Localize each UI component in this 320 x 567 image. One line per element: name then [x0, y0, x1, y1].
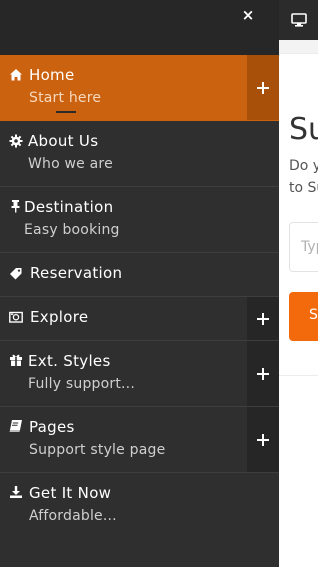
- subscribe-email-input[interactable]: Typ: [289, 222, 318, 272]
- plus-icon: [257, 368, 269, 380]
- menu-item-title: Get It Now: [29, 484, 112, 502]
- divider: [279, 375, 318, 376]
- menu-list: Home Start here About Us Who we are Dest…: [0, 55, 279, 539]
- menu-item-title: Ext. Styles: [28, 352, 111, 370]
- page-text-line: Do y: [289, 158, 318, 174]
- menu-item-ext-styles[interactable]: Ext. Styles Fully support...: [0, 341, 279, 407]
- expand-submenu-button[interactable]: [247, 55, 279, 120]
- subscribe-button-label: Su: [309, 307, 318, 323]
- menu-item-title: Reservation: [30, 264, 123, 282]
- expand-submenu-button[interactable]: [247, 407, 279, 472]
- menu-item-title: About Us: [28, 132, 99, 150]
- background-page: Su Do y to Su Typ Su: [279, 0, 318, 567]
- download-icon: [10, 486, 22, 498]
- menu-item-explore[interactable]: Explore: [0, 297, 279, 341]
- expand-submenu-button[interactable]: [247, 297, 279, 340]
- plus-icon: [257, 82, 269, 94]
- menu-item-subtitle: Fully support...: [28, 376, 135, 392]
- subscribe-input-placeholder: Typ: [301, 239, 318, 255]
- camera-icon: [9, 311, 23, 323]
- page-text-line: to Su: [289, 180, 318, 196]
- page-top-bar: [279, 0, 318, 40]
- menu-item-title: Destination: [24, 198, 114, 216]
- expand-submenu-button[interactable]: [247, 341, 279, 406]
- menu-item-get-it-now[interactable]: Get It Now Affordable...: [0, 473, 279, 539]
- menu-item-title: Explore: [30, 308, 89, 326]
- monitor-icon[interactable]: [291, 12, 307, 28]
- menu-item-title: Pages: [29, 418, 75, 436]
- menu-item-subtitle: Support style page: [29, 442, 166, 458]
- menu-item-title: Home: [29, 66, 75, 84]
- menu-item-subtitle: Start here: [29, 90, 102, 106]
- menu-item-subtitle: Who we are: [28, 156, 113, 172]
- close-icon[interactable]: ×: [240, 6, 256, 24]
- active-underline: [56, 111, 76, 113]
- page-heading: Su: [289, 112, 318, 147]
- plus-icon: [257, 313, 269, 325]
- subscribe-button[interactable]: Su: [289, 292, 318, 341]
- menu-header: ×: [0, 0, 279, 55]
- menu-item-pages[interactable]: Pages Support style page: [0, 407, 279, 473]
- menu-item-about-us[interactable]: About Us Who we are: [0, 121, 279, 187]
- gear-icon: [9, 134, 23, 148]
- tag-icon: [10, 268, 22, 280]
- menu-item-subtitle: Affordable...: [29, 508, 117, 524]
- menu-item-subtitle: Easy booking: [24, 222, 120, 238]
- page-banner-strip: [279, 40, 318, 54]
- menu-item-home[interactable]: Home Start here: [0, 55, 279, 121]
- gift-icon: [10, 354, 22, 366]
- menu-item-reservation[interactable]: Reservation: [0, 253, 279, 297]
- home-icon: [10, 69, 22, 81]
- plus-icon: [257, 434, 269, 446]
- menu-item-destination[interactable]: Destination Easy booking: [0, 187, 279, 253]
- offcanvas-menu: × Home Start here About Us Who we are De…: [0, 0, 279, 567]
- book-icon: [9, 420, 22, 432]
- pin-icon: [11, 200, 20, 213]
